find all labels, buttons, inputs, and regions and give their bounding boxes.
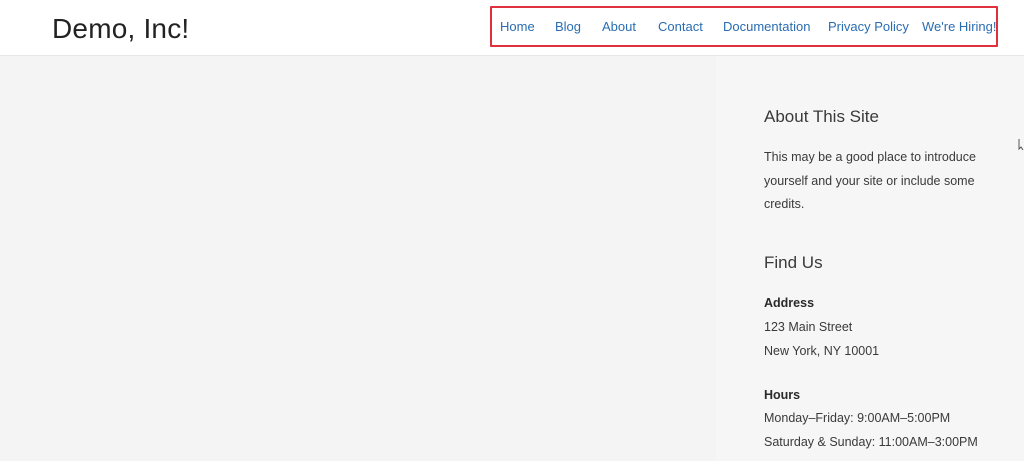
primary-navigation: Home Blog About Contact Documentation Pr… — [490, 6, 998, 47]
hours-line-2: Saturday & Sunday: 11:00AM–3:00PM — [764, 435, 978, 449]
nav-item-documentation[interactable]: Documentation — [723, 19, 810, 35]
nav-item-about[interactable]: About — [602, 19, 636, 35]
nav-item-blog[interactable]: Blog — [555, 19, 581, 35]
about-widget-text: This may be a good place to introduce yo… — [764, 146, 986, 217]
find-us-widget-title: Find Us — [764, 253, 823, 272]
about-text-line-2: yourself and your site or include some — [764, 173, 975, 188]
nav-item-privacy-policy[interactable]: Privacy Policy — [828, 19, 909, 35]
site-title[interactable]: Demo, Inc! — [52, 12, 189, 46]
about-widget-title: About This Site — [764, 107, 879, 126]
hours-label: Hours — [764, 388, 801, 402]
about-text-line-1: This may be a good place to introduce — [764, 150, 976, 164]
about-text-line-3: credits. — [764, 197, 805, 211]
nav-item-home[interactable]: Home — [500, 19, 535, 35]
text-cursor-icon — [1018, 139, 1024, 151]
nav-item-hiring[interactable]: We're Hiring! — [922, 19, 996, 35]
site-header: Demo, Inc! Home Blog About Contact Docum… — [0, 0, 1024, 56]
address-label: Address — [764, 296, 815, 310]
main-content-area — [0, 56, 716, 461]
address-line-1: 123 Main Street — [764, 320, 853, 334]
address-line-2: New York, NY 10001 — [764, 344, 880, 358]
hours-line-1: Monday–Friday: 9:00AM–5:00PM — [764, 411, 951, 425]
nav-item-contact[interactable]: Contact — [658, 19, 703, 35]
